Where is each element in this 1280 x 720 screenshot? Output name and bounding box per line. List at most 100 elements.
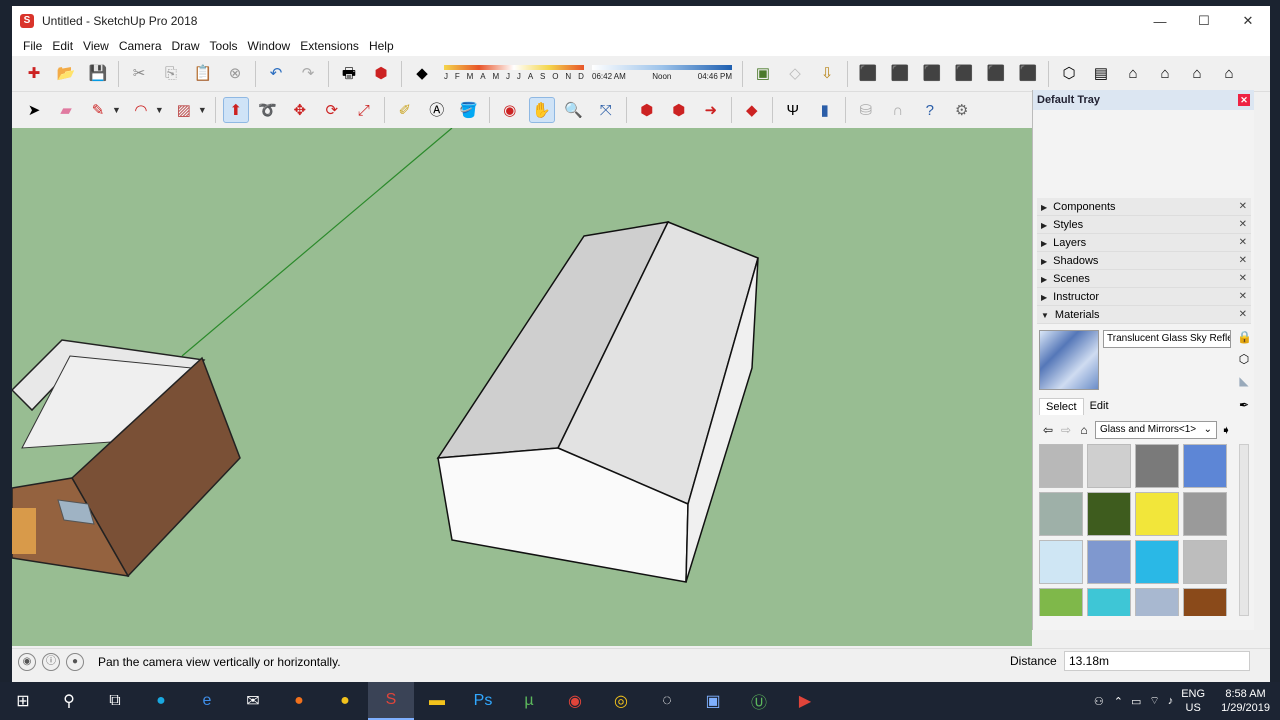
material-swatch[interactable] (1087, 492, 1131, 536)
paste-icon[interactable]: 📋 (190, 61, 216, 87)
battery-icon[interactable]: ▭ (1131, 695, 1141, 708)
material-swatch[interactable] (1039, 588, 1083, 616)
photoshop-icon[interactable]: Ps (460, 682, 506, 720)
tape-measure-icon[interactable]: ✐ (392, 97, 418, 123)
current-material-swatch[interactable] (1039, 330, 1099, 390)
menu-window[interactable]: Window (243, 39, 296, 53)
panel-materials[interactable]: ▼ Materials ✕ (1037, 306, 1251, 324)
network-icon[interactable]: ⌔ (1149, 694, 1159, 708)
chevron-down-icon[interactable]: ▼ (112, 105, 121, 115)
push-pull-icon[interactable]: ⬆ (222, 97, 249, 123)
close-icon[interactable]: ✕ (1239, 255, 1247, 266)
tray-close-icon[interactable]: ✕ (1238, 94, 1250, 106)
pv-icon[interactable]: ▶ (782, 682, 828, 720)
zoom-extents-icon[interactable]: ⤧ (593, 97, 619, 123)
material-swatch[interactable] (1135, 444, 1179, 488)
material-swatch[interactable] (1183, 588, 1227, 616)
move-icon[interactable]: ✥ (287, 97, 313, 123)
file-explorer-icon[interactable]: ▬ (414, 682, 460, 720)
material-swatch[interactable] (1183, 540, 1227, 584)
yellow-app-icon[interactable]: ● (322, 682, 368, 720)
chrome-icon[interactable]: ◎ (598, 682, 644, 720)
material-swatch[interactable] (1039, 444, 1083, 488)
forward-arrow-icon[interactable]: ⇨ (1057, 423, 1075, 437)
sample-paint-icon[interactable]: ◣ (1237, 374, 1251, 388)
material-swatch[interactable] (1087, 444, 1131, 488)
month-slider[interactable]: J F M A M J J A S O N D (444, 61, 584, 87)
arch-icon[interactable]: ∩ (885, 97, 911, 123)
pencil-line-icon[interactable]: ✎ (85, 97, 111, 123)
open-folder-icon[interactable]: 📂 (53, 61, 79, 87)
section-plane-icon[interactable]: ◇ (782, 61, 808, 87)
shaded-house-icon[interactable]: ⌂ (1184, 61, 1210, 87)
database-icon[interactable]: ⛁ (853, 97, 879, 123)
menu-tools[interactable]: Tools (205, 39, 243, 53)
material-name-field[interactable]: Translucent Glass Sky Refle (1103, 330, 1231, 348)
material-swatch[interactable] (1183, 492, 1227, 536)
menu-help[interactable]: Help (364, 39, 399, 53)
material-swatch[interactable] (1135, 540, 1179, 584)
material-swatch[interactable] (1039, 540, 1083, 584)
save-icon[interactable]: 💾 (85, 61, 111, 87)
chevron-down-icon[interactable]: ▼ (198, 105, 207, 115)
redo-icon[interactable]: ↷ (295, 61, 321, 87)
maximize-button[interactable]: ☐ (1182, 6, 1226, 36)
print-icon[interactable]: 🖶 (336, 61, 362, 87)
new-file-icon[interactable]: ✚ (21, 61, 47, 87)
gear-icon[interactable]: ⚙ (949, 97, 975, 123)
credits-icon[interactable]: ⓘ (42, 652, 60, 671)
volume-icon[interactable]: ♪ (1168, 695, 1174, 707)
material-swatch[interactable] (1135, 492, 1179, 536)
front-view-icon[interactable]: ⬛ (919, 61, 945, 87)
details-arrow-icon[interactable]: ➧ (1217, 423, 1235, 437)
close-icon[interactable]: ✕ (1239, 273, 1247, 284)
material-swatch[interactable] (1183, 444, 1227, 488)
blue-square-icon[interactable]: ▮ (812, 97, 838, 123)
erase-icon[interactable]: ⊗ (222, 61, 248, 87)
copy-icon[interactable]: ⎘ (158, 61, 184, 87)
panel-instructor[interactable]: ▶ Instructor ✕ (1037, 288, 1251, 306)
swatch-scrollbar[interactable] (1239, 444, 1249, 616)
follow-me-icon[interactable]: ➰ (255, 97, 281, 123)
select-arrow-icon[interactable]: ➤ (21, 97, 47, 123)
xray-icon[interactable]: ⬡ (1056, 61, 1082, 87)
mail-icon[interactable]: ✉ (230, 682, 276, 720)
close-button[interactable]: ✕ (1226, 6, 1270, 36)
panel-scenes[interactable]: ▶ Scenes ✕ (1037, 270, 1251, 288)
close-icon[interactable]: ✕ (1239, 237, 1247, 248)
shadow-toggle-icon[interactable]: ◆ (409, 61, 435, 87)
orbit-icon[interactable]: ◉ (497, 97, 523, 123)
material-swatch[interactable] (1087, 540, 1131, 584)
menu-view[interactable]: View (78, 39, 114, 53)
utorrent-icon[interactable]: µ (506, 682, 552, 720)
close-icon[interactable]: ✕ (1239, 201, 1247, 212)
lock-icon[interactable]: 🔒 (1237, 330, 1252, 344)
panel-shadows[interactable]: ▶ Shadows ✕ (1037, 252, 1251, 270)
people-icon[interactable]: ⚇ (1094, 695, 1104, 708)
rectangle-icon[interactable]: ▨ (171, 97, 197, 123)
drawing-viewport[interactable] (12, 128, 1032, 646)
rotate-icon[interactable]: ⟳ (319, 97, 345, 123)
skype-icon[interactable]: ● (138, 682, 184, 720)
wireframe-house-icon[interactable]: ⌂ (1120, 61, 1146, 87)
get-models-icon[interactable]: ⇩ (814, 61, 840, 87)
cut-icon[interactable]: ✂ (126, 61, 152, 87)
close-icon[interactable]: ✕ (1239, 291, 1247, 302)
menu-camera[interactable]: Camera (114, 39, 167, 53)
eyedropper-icon[interactable]: ✒ (1237, 398, 1251, 412)
udemy-icon[interactable]: Ⓤ (736, 682, 782, 720)
close-icon[interactable]: ✕ (1239, 309, 1247, 320)
creative-cloud-icon[interactable]: ◉ (552, 682, 598, 720)
clock[interactable]: 8:58 AM 1/29/2019 (1221, 687, 1270, 715)
tab-select[interactable]: Select (1039, 398, 1084, 415)
menu-file[interactable]: File (18, 39, 47, 53)
time-slider[interactable]: 06:42 AM Noon 04:46 PM (592, 61, 732, 87)
trident-icon[interactable]: Ψ (780, 97, 806, 123)
send-to-layout-icon[interactable]: ➜ (698, 97, 724, 123)
tab-edit[interactable]: Edit (1084, 398, 1115, 415)
textured-house-icon[interactable]: ⌂ (1216, 61, 1242, 87)
hidden-line-house-icon[interactable]: ⌂ (1152, 61, 1178, 87)
undo-icon[interactable]: ↶ (263, 61, 289, 87)
home-icon[interactable]: ⌂ (1075, 423, 1093, 437)
back-view-icon[interactable]: ⬛ (983, 61, 1009, 87)
